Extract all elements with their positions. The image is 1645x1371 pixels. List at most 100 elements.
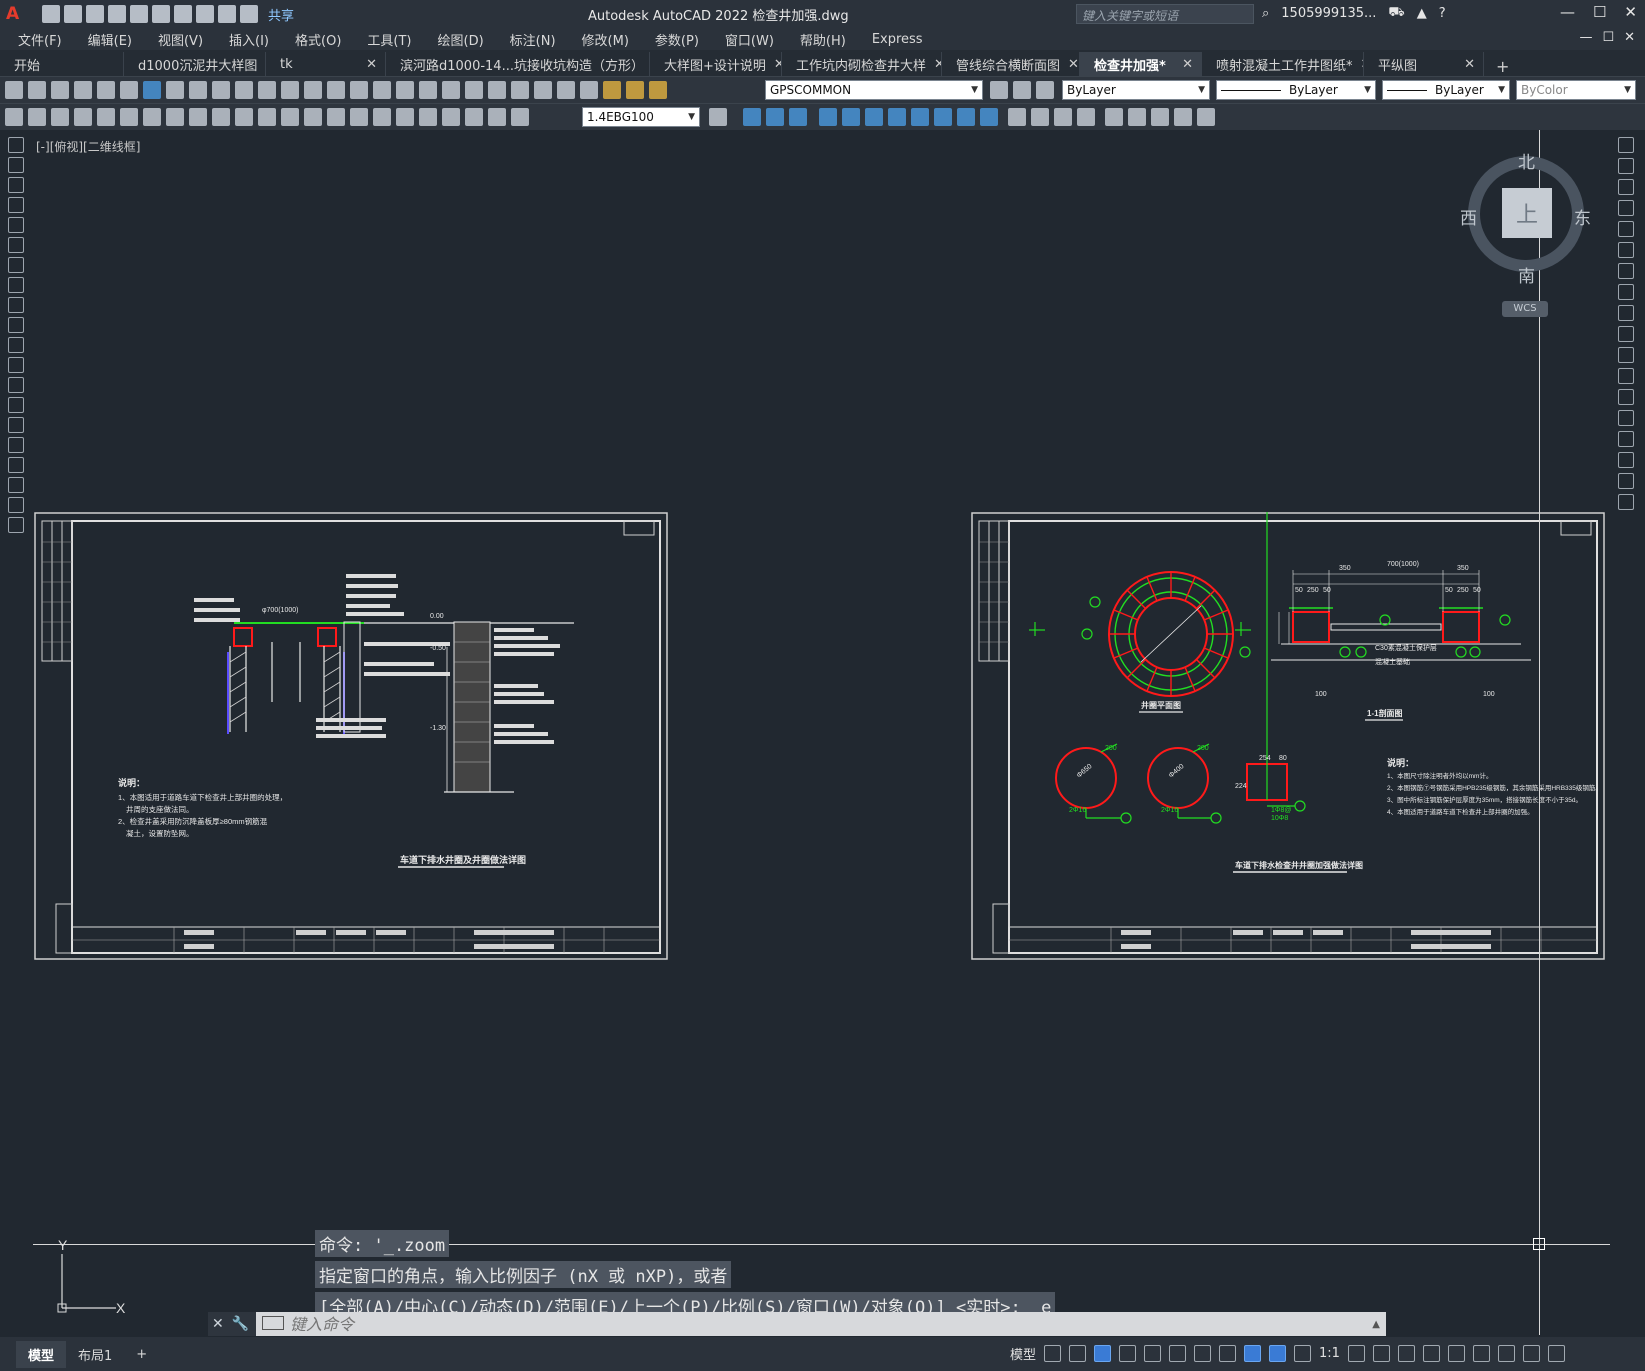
cart-icon[interactable]: ⛟ <box>1388 5 1404 22</box>
rotate-icon[interactable] <box>1618 263 1634 279</box>
baseline-dim-icon[interactable] <box>281 108 299 126</box>
solid-union-icon[interactable] <box>766 108 784 126</box>
user-account[interactable]: 1505999135... <box>1281 6 1376 21</box>
annotation-scale-icon[interactable] <box>1294 1345 1312 1362</box>
linear-dim-icon[interactable] <box>74 108 92 126</box>
close-button[interactable]: ✕ <box>1624 3 1637 21</box>
plotstyle-dropdown[interactable]: ByColor ▼ <box>1516 80 1636 100</box>
hatch-icon[interactable] <box>8 417 24 433</box>
annotation-scale-value[interactable]: 1:1 <box>1319 1346 1340 1361</box>
ucs-face-icon[interactable] <box>1174 108 1192 126</box>
quick-dim-icon[interactable] <box>258 108 276 126</box>
open-icon[interactable] <box>28 81 46 99</box>
tab-close-icon[interactable]: ✕ <box>366 57 377 72</box>
dim-text-edit-icon[interactable] <box>488 108 506 126</box>
minimize-button[interactable]: — <box>1560 3 1575 21</box>
ordinate-dim-icon[interactable] <box>143 108 161 126</box>
rotate-3d-icon[interactable] <box>842 108 860 126</box>
text-style-icon[interactable] <box>28 108 46 126</box>
layer-lock-icon[interactable] <box>649 81 667 99</box>
pan-icon[interactable] <box>327 81 345 99</box>
dim-update-icon[interactable] <box>511 108 529 126</box>
copy-icon[interactable] <box>189 81 207 99</box>
object-snap-tracking-icon[interactable] <box>1169 1345 1187 1362</box>
graphics-performance-icon[interactable] <box>1497 1345 1515 1362</box>
new-tab-button[interactable]: + <box>1484 57 1521 76</box>
redo-icon[interactable] <box>218 5 236 23</box>
doc-minimize-button[interactable]: — <box>1579 30 1592 45</box>
menu-tools[interactable]: 工具(T) <box>354 30 424 49</box>
arc-length-icon[interactable] <box>120 108 138 126</box>
tab-close-icon[interactable]: ✕ <box>1068 57 1079 72</box>
menu-modify[interactable]: 修改(M) <box>569 30 642 49</box>
mirror-icon[interactable] <box>1618 179 1634 195</box>
dim-edit-icon[interactable] <box>465 108 483 126</box>
stretch-icon[interactable] <box>1618 305 1634 321</box>
ucs-icon[interactable] <box>1105 108 1123 126</box>
clean-screen-icon[interactable] <box>1522 1345 1540 1362</box>
undo-icon[interactable] <box>281 81 299 99</box>
spline-icon[interactable] <box>8 297 24 313</box>
maximize-button[interactable]: ☐ <box>1593 3 1606 21</box>
dim-break-icon[interactable] <box>350 108 368 126</box>
fillet-icon[interactable] <box>1618 452 1634 468</box>
workspace-gear-icon[interactable] <box>1347 1345 1365 1362</box>
viewcube-top-face[interactable]: 上 <box>1502 188 1552 238</box>
recent-commands-icon[interactable] <box>262 1316 284 1330</box>
customize-dropdown-icon[interactable] <box>240 5 258 23</box>
annotation-visibility-icon[interactable] <box>1244 1345 1262 1362</box>
tab-close-icon[interactable]: ✕ <box>934 57 941 72</box>
lineweight-icon[interactable] <box>1219 1345 1237 1362</box>
menu-view[interactable]: 视图(V) <box>145 30 216 49</box>
tool-palettes-icon[interactable] <box>465 81 483 99</box>
dim-style-manager-icon[interactable] <box>709 108 727 126</box>
save-icon[interactable] <box>51 81 69 99</box>
tab-start[interactable]: 开始 <box>0 52 124 76</box>
tab-close-icon[interactable]: ✕ <box>774 57 781 72</box>
layer-on-icon[interactable] <box>603 81 621 99</box>
layer-freeze-icon[interactable] <box>626 81 644 99</box>
point-icon[interactable] <box>8 397 24 413</box>
menu-insert[interactable]: 插入(I) <box>216 30 282 49</box>
lights-icon[interactable] <box>1054 108 1072 126</box>
help-icon[interactable]: ? <box>1439 6 1446 21</box>
solid-subtract-icon[interactable] <box>789 108 807 126</box>
construction-line-icon[interactable] <box>8 157 24 173</box>
menu-express[interactable]: Express <box>859 32 936 47</box>
web-save-icon[interactable] <box>130 5 148 23</box>
break-icon[interactable] <box>1618 389 1634 405</box>
copy-object-icon[interactable] <box>1618 158 1634 174</box>
doc-restore-button[interactable]: ☐ <box>1602 30 1614 45</box>
aligned-dim-icon[interactable] <box>97 108 115 126</box>
isodraft-icon[interactable] <box>1144 1345 1162 1362</box>
compass-south[interactable]: 南 <box>1518 262 1535 287</box>
compass-north[interactable]: 北 <box>1518 148 1535 173</box>
menu-draw[interactable]: 绘图(D) <box>425 30 497 49</box>
undo-icon[interactable] <box>196 5 214 23</box>
layer-properties-icon[interactable] <box>580 81 598 99</box>
add-selected-icon[interactable] <box>8 517 24 533</box>
revision-cloud-icon[interactable] <box>8 277 24 293</box>
section-plane-icon[interactable] <box>957 108 975 126</box>
menu-help[interactable]: 帮助(H) <box>787 30 859 49</box>
autocad-logo-icon[interactable]: A <box>6 3 28 25</box>
layer-previous-icon[interactable] <box>1013 81 1031 99</box>
layer-dropdown[interactable]: GPSCOMMON ▼ <box>765 80 983 100</box>
gradient-icon[interactable] <box>8 437 24 453</box>
chamfer-icon[interactable] <box>1618 431 1634 447</box>
mirror-3d-icon[interactable] <box>888 108 906 126</box>
autodesk-app-icon[interactable]: ▲ <box>1417 6 1427 21</box>
help-icon[interactable] <box>557 81 575 99</box>
array-icon[interactable] <box>1618 221 1634 237</box>
menu-edit[interactable]: 编辑(E) <box>75 30 145 49</box>
interfere-icon[interactable] <box>980 108 998 126</box>
plot-preview-icon[interactable] <box>97 81 115 99</box>
cut-icon[interactable] <box>166 81 184 99</box>
tab-manhole-reinforce[interactable]: 检查井加强* ✕ <box>1080 52 1202 76</box>
units-icon[interactable] <box>1397 1345 1415 1362</box>
redo-icon[interactable] <box>304 81 322 99</box>
command-input[interactable] <box>256 1313 1373 1335</box>
solid-box-icon[interactable] <box>743 108 761 126</box>
color-dropdown[interactable]: ByLayer ▼ <box>1062 80 1210 100</box>
design-center-icon[interactable] <box>442 81 460 99</box>
